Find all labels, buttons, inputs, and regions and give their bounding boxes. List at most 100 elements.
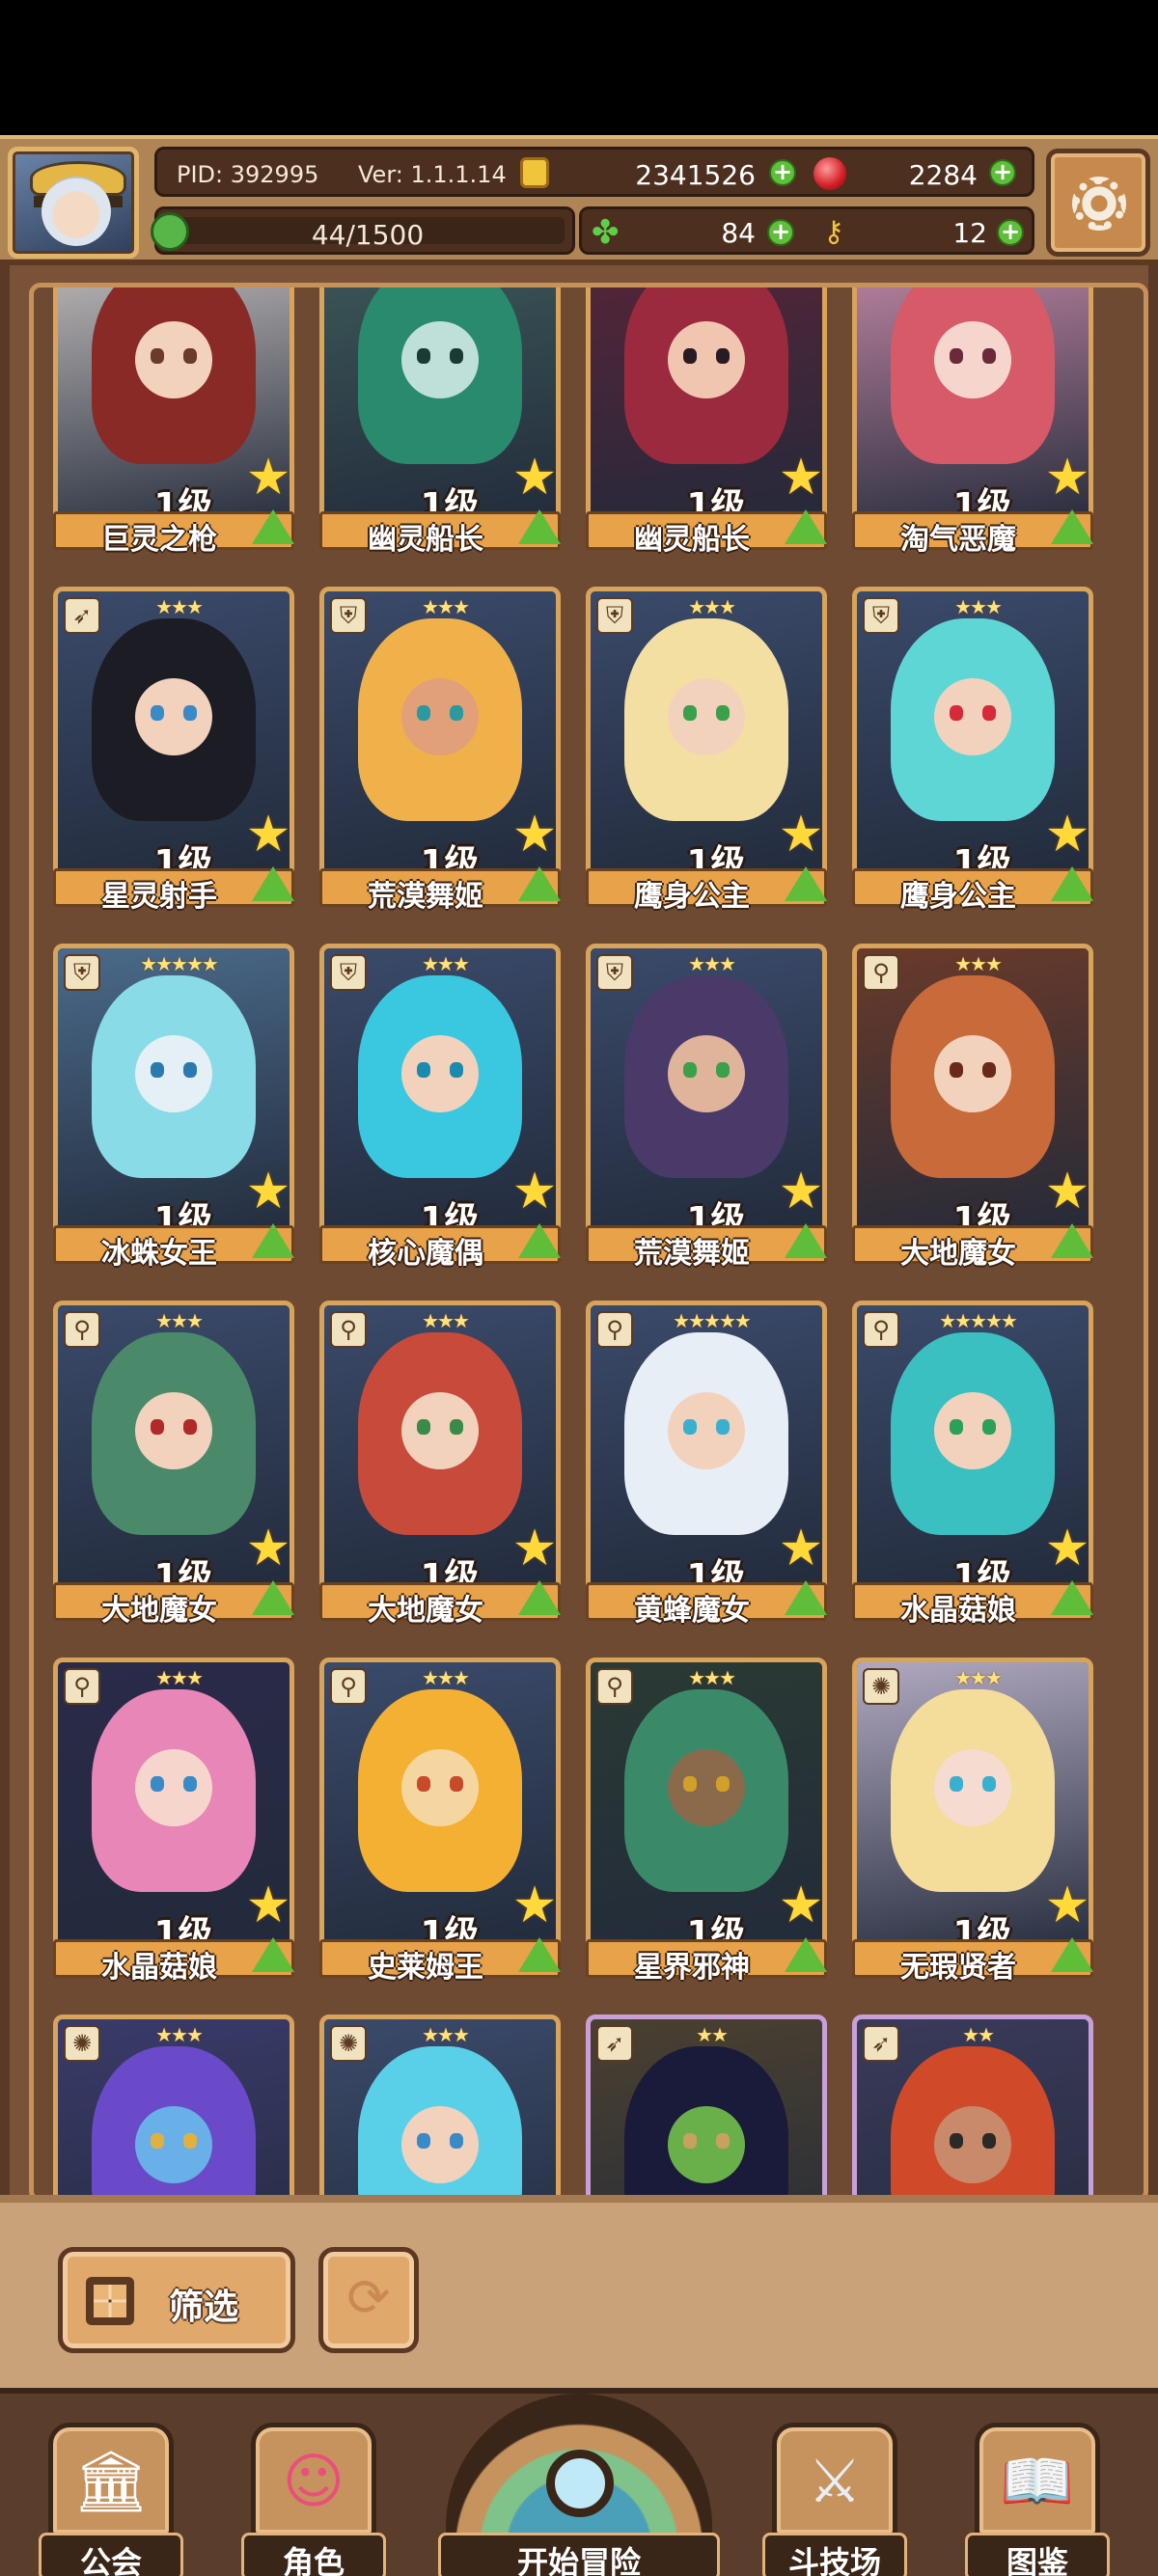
class-icon: ✺ xyxy=(330,2025,367,2062)
character-card[interactable]: ⚲ ★★★ 1级 ★ 大地魔女 xyxy=(319,1301,561,1629)
book-icon: 📖 xyxy=(1000,2446,1075,2516)
character-card[interactable]: ⚲ ★★★ 1级 ★ 星界邪神 xyxy=(586,1658,827,1986)
character-eye xyxy=(716,705,730,721)
nav-arena[interactable]: ⚔ 斗技场 xyxy=(762,2423,907,2576)
character-card[interactable]: ⛨ ★★★ 1级 ★ 荒漠舞姬 xyxy=(319,587,561,915)
character-eye xyxy=(450,1419,463,1435)
character-face xyxy=(934,1749,1011,1826)
character-card[interactable]: ⚲ ★★★ 1级 ★ 水晶菇娘 xyxy=(53,1658,294,1986)
character-eye xyxy=(683,1776,697,1792)
rarity-stars: ★★★ xyxy=(422,595,470,618)
filter-button[interactable]: 筛选 xyxy=(58,2247,295,2353)
level-up-arrow-icon[interactable] xyxy=(785,1580,827,1615)
character-card[interactable]: ⛨ ★★★ 1级 ★ 鹰身公主 xyxy=(586,587,827,915)
card-name: 无瑕贤者 xyxy=(900,1951,1016,1985)
character-face xyxy=(401,321,479,398)
character-card[interactable]: ⚲ ★★★★★ 1级 ★ 黄蜂魔女 xyxy=(586,1301,827,1629)
character-card[interactable]: 1级 ★ 淘气恶魔 xyxy=(852,288,1093,558)
character-card[interactable]: ➶★★1级★ xyxy=(852,2014,1093,2198)
character-card[interactable]: 1级 ★ 幽灵船长 xyxy=(319,288,561,558)
nav-start-adventure[interactable]: 开始冒险 xyxy=(438,2394,720,2576)
character-face xyxy=(668,321,745,398)
character-card[interactable]: ⚲ ★★★★★ 1级 ★ 水晶菇娘 xyxy=(852,1301,1093,1629)
level-up-arrow-icon[interactable] xyxy=(1051,1580,1093,1615)
star-upgrade-icon: ★ xyxy=(1044,449,1090,507)
add-gem-button[interactable]: + xyxy=(989,159,1016,186)
level-up-arrow-icon[interactable] xyxy=(518,1937,561,1972)
filter-panel: 筛选 ⟳ xyxy=(0,2195,1158,2388)
level-up-arrow-icon[interactable] xyxy=(252,1937,294,1972)
character-card[interactable]: ⚲ ★★★ 1级 ★ 大地魔女 xyxy=(852,944,1093,1272)
level-up-arrow-icon[interactable] xyxy=(1051,1937,1093,1972)
settings-button[interactable] xyxy=(1046,149,1150,257)
character-card[interactable]: 1级 ★ 幽灵船长 xyxy=(586,288,827,558)
level-up-arrow-icon[interactable] xyxy=(1051,1223,1093,1258)
character-card[interactable]: ⛨ ★★★ 1级 ★ 核心魔偶 xyxy=(319,944,561,1272)
level-up-arrow-icon[interactable] xyxy=(785,509,827,544)
character-card[interactable]: 1级 ★ 巨灵之枪 xyxy=(53,288,294,558)
character-card[interactable]: ➶★★1级★ xyxy=(586,2014,827,2198)
level-up-arrow-icon[interactable] xyxy=(518,509,561,544)
level-up-arrow-icon[interactable] xyxy=(785,1223,827,1258)
character-card[interactable]: ✺★★★1级★ xyxy=(319,2014,561,2198)
class-icon: ⚲ xyxy=(596,1311,633,1348)
character-eye xyxy=(183,705,197,721)
class-icon: ⛨ xyxy=(64,954,100,991)
character-card[interactable]: ✺ ★★★ 1级 ★ 无瑕贤者 xyxy=(852,1658,1093,1986)
stamina-icon xyxy=(151,212,189,251)
character-eye xyxy=(151,1419,164,1435)
rarity-stars: ★★★ xyxy=(422,1309,470,1332)
add-clover-button[interactable]: + xyxy=(767,219,794,246)
character-card[interactable]: ⚲ ★★★ 1级 ★ 史莱姆王 xyxy=(319,1658,561,1986)
refresh-button[interactable]: ⟳ xyxy=(318,2247,419,2353)
star-upgrade-icon: ★ xyxy=(511,1520,558,1577)
rarity-stars: ★★★★★ xyxy=(939,1309,1018,1332)
level-up-arrow-icon[interactable] xyxy=(518,1223,561,1258)
character-card[interactable]: ⚲ ★★★ 1级 ★ 大地魔女 xyxy=(53,1301,294,1629)
character-eye xyxy=(950,705,963,721)
class-icon: ➶ xyxy=(64,597,100,634)
character-eye xyxy=(183,348,197,364)
character-card[interactable]: ✺★★★1级★ xyxy=(53,2014,294,2198)
card-name: 幽灵船长 xyxy=(368,523,483,557)
add-key-button[interactable]: + xyxy=(997,219,1024,246)
level-up-arrow-icon[interactable] xyxy=(252,1223,294,1258)
card-name: 鹰身公主 xyxy=(634,880,750,914)
character-face xyxy=(934,678,1011,755)
level-up-arrow-icon[interactable] xyxy=(518,866,561,901)
settings-icon xyxy=(1072,177,1126,231)
level-up-arrow-icon[interactable] xyxy=(252,866,294,901)
player-avatar[interactable] xyxy=(8,147,139,259)
level-up-arrow-icon[interactable] xyxy=(252,509,294,544)
card-name: 星界邪神 xyxy=(634,1951,750,1985)
nav-guild[interactable]: 🏛 公会 xyxy=(39,2423,183,2576)
rarity-stars: ★★ xyxy=(962,2023,995,2046)
rarity-stars: ★★★ xyxy=(155,1309,204,1332)
character-card[interactable]: ⛨ ★★★ 1级 ★ 鹰身公主 xyxy=(852,587,1093,915)
level-up-arrow-icon[interactable] xyxy=(252,1580,294,1615)
character-card[interactable]: ➶ ★★★ 1级 ★ 星灵射手 xyxy=(53,587,294,915)
level-up-arrow-icon[interactable] xyxy=(785,1937,827,1972)
nav-characters[interactable]: ☺ 角色 xyxy=(241,2423,386,2576)
nav-codex[interactable]: 📖 图鉴 xyxy=(965,2423,1110,2576)
character-card[interactable]: ⛨ ★★★ 1级 ★ 荒漠舞姬 xyxy=(586,944,827,1272)
character-eye xyxy=(683,2133,697,2149)
star-upgrade-icon: ★ xyxy=(245,806,291,863)
player-id: PID: 392995 xyxy=(177,161,319,188)
gold-amount: 2341526 xyxy=(635,159,756,191)
character-card[interactable]: ⛨ ★★★★★ 1级 ★ 冰蛛女王 xyxy=(53,944,294,1272)
class-icon: ⚲ xyxy=(863,954,899,991)
level-up-arrow-icon[interactable] xyxy=(1051,509,1093,544)
character-eye xyxy=(716,1419,730,1435)
character-eye xyxy=(716,1776,730,1792)
level-up-arrow-icon[interactable] xyxy=(518,1580,561,1615)
level-up-arrow-icon[interactable] xyxy=(785,866,827,901)
level-up-arrow-icon[interactable] xyxy=(1051,866,1093,901)
character-eye xyxy=(982,348,996,364)
add-gold-button[interactable]: + xyxy=(769,159,796,186)
card-portrait-frame: ➶★★1级 xyxy=(586,2014,827,2198)
card-name: 水晶菇娘 xyxy=(101,1951,217,1985)
character-eye xyxy=(151,1776,164,1792)
character-grid[interactable]: 1级 ★ 巨灵之枪 1级 ★ 幽灵船长 1级 ★ 幽灵船长 1级 ★ 淘气恶魔 ➶ ★★★ 1级 ★ 星灵射手 ⛨… xyxy=(29,283,1148,2203)
nav-characters-label: 角色 xyxy=(282,2544,345,2576)
